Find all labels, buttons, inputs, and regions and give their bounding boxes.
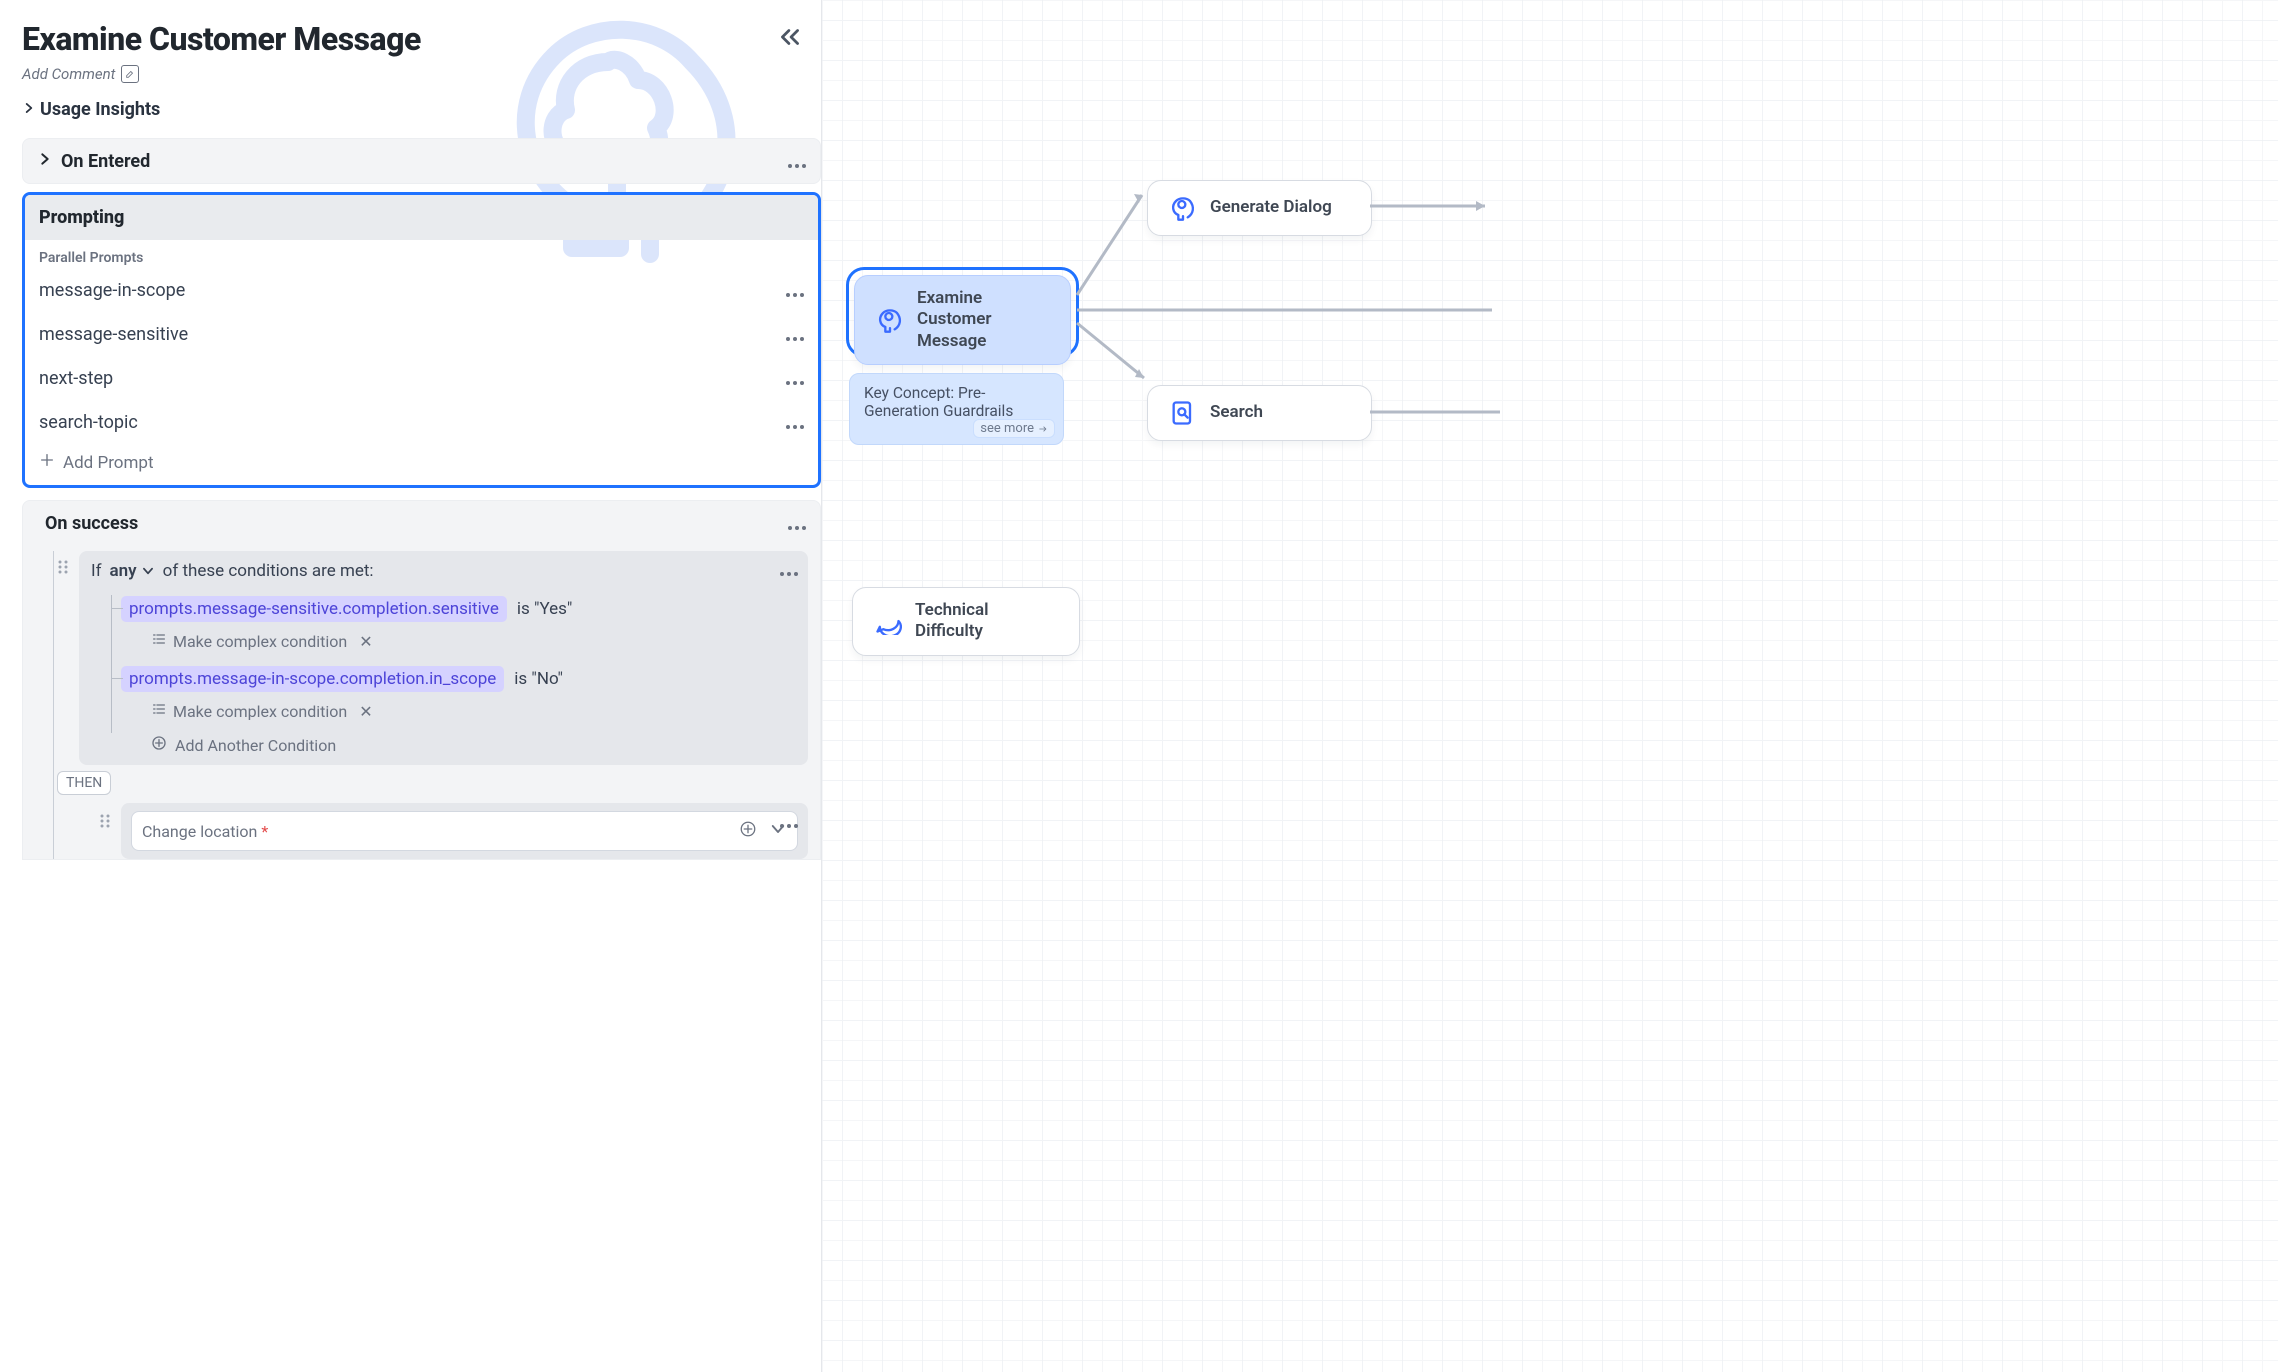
prompt-name: search-topic	[39, 412, 138, 433]
see-more-button[interactable]: see more	[973, 419, 1055, 438]
prompt-name: next-step	[39, 368, 113, 389]
of-these-label: of these conditions are met:	[163, 561, 374, 581]
usage-insights-label: Usage Insights	[40, 99, 160, 120]
condition-value: is "Yes"	[517, 599, 572, 619]
chat-icon	[873, 606, 903, 636]
change-location-field[interactable]: Change location *	[131, 811, 798, 851]
list-icon	[151, 701, 167, 721]
add-comment-label: Add Comment	[22, 65, 115, 83]
more-icon[interactable]	[786, 366, 804, 390]
arrow-right-icon	[1038, 424, 1048, 434]
card-more-icon[interactable]	[780, 557, 798, 581]
change-location-label: Change location	[142, 822, 257, 841]
prompt-name: message-in-scope	[39, 280, 185, 301]
condition-expression[interactable]: prompts.message-sensitive.completion.sen…	[121, 596, 507, 622]
if-condition-card[interactable]: If any of these conditions are met: prom…	[79, 551, 808, 765]
prompt-row[interactable]: message-sensitive	[25, 312, 818, 356]
prompting-section: Prompting Parallel Prompts message-in-sc…	[22, 192, 821, 488]
node-label: Technical Difficulty	[915, 600, 1059, 643]
add-condition-label: Add Another Condition	[175, 736, 336, 755]
brain-icon	[1168, 193, 1198, 223]
see-more-label: see more	[980, 421, 1034, 436]
plus-circle-icon[interactable]	[739, 820, 757, 842]
add-prompt-button[interactable]: Add Prompt	[25, 444, 818, 477]
make-complex-button[interactable]: Make complex condition ✕	[151, 627, 796, 661]
action-more-icon[interactable]	[780, 809, 798, 833]
make-complex-label: Make complex condition	[173, 702, 347, 721]
condition-tree: If any of these conditions are met: prom…	[23, 545, 820, 859]
page-title: Examine Customer Message	[22, 20, 821, 58]
on-success-header[interactable]: On success	[23, 501, 820, 545]
plus-icon	[39, 452, 55, 473]
on-entered-more-icon[interactable]	[788, 149, 806, 173]
node-technical-difficulty[interactable]: Technical Difficulty	[852, 587, 1080, 656]
make-complex-button[interactable]: Make complex condition ✕	[151, 697, 796, 731]
more-icon[interactable]	[786, 322, 804, 346]
node-search[interactable]: Search	[1147, 385, 1372, 441]
prompt-name: message-sensitive	[39, 324, 188, 345]
node-examine-customer-message[interactable]: Examine Customer Message	[854, 275, 1071, 365]
on-entered-section[interactable]: On Entered	[22, 138, 821, 184]
required-mark: *	[261, 822, 268, 841]
on-success-section: On success If any	[22, 500, 821, 860]
flow-canvas[interactable]: Examine Customer Message Generate Dialog…	[822, 0, 2278, 1372]
chevron-right-icon	[37, 151, 53, 172]
chevron-right-icon	[22, 99, 36, 120]
action-card[interactable]: Change location *	[121, 803, 808, 859]
on-success-more-icon[interactable]	[788, 511, 806, 535]
if-label: If	[91, 561, 102, 581]
note-text: Key Concept: Pre-Generation Guardrails	[864, 384, 1013, 420]
node-generate-dialog[interactable]: Generate Dialog	[1147, 180, 1372, 236]
more-icon[interactable]	[786, 410, 804, 434]
if-header: If any of these conditions are met:	[91, 561, 796, 581]
remove-condition-icon[interactable]: ✕	[359, 632, 372, 651]
usage-insights-toggle[interactable]: Usage Insights	[22, 99, 821, 120]
list-icon	[151, 631, 167, 651]
chevron-down-icon	[141, 564, 155, 578]
node-label: Generate Dialog	[1210, 197, 1332, 218]
prompt-row[interactable]: message-in-scope	[25, 268, 818, 312]
remove-condition-icon[interactable]: ✕	[359, 702, 372, 721]
condition-row[interactable]: prompts.message-in-scope.completion.in_s…	[121, 661, 796, 697]
details-panel: Examine Customer Message Add Comment Usa…	[0, 0, 822, 1372]
node-label: Search	[1210, 402, 1263, 423]
drag-handle-icon[interactable]	[57, 559, 69, 578]
add-prompt-label: Add Prompt	[63, 453, 154, 473]
node-label: Examine Customer Message	[917, 288, 1050, 352]
brain-icon	[875, 305, 905, 335]
parallel-prompts-label: Parallel Prompts	[25, 240, 818, 268]
drag-handle-icon[interactable]	[99, 813, 111, 832]
on-entered-label: On Entered	[61, 151, 150, 172]
search-doc-icon	[1168, 398, 1198, 428]
edit-note-icon	[121, 65, 139, 83]
note-key-concept[interactable]: Key Concept: Pre-Generation Guardrails s…	[849, 373, 1064, 445]
then-chip: THEN	[57, 771, 111, 795]
more-icon[interactable]	[786, 278, 804, 302]
plus-circle-icon	[151, 735, 167, 755]
prompt-row[interactable]: search-topic	[25, 400, 818, 444]
condition-value: is "No"	[514, 669, 563, 689]
make-complex-label: Make complex condition	[173, 632, 347, 651]
any-dropdown[interactable]: any	[110, 561, 155, 581]
condition-expression[interactable]: prompts.message-in-scope.completion.in_s…	[121, 666, 504, 692]
on-success-label: On success	[45, 513, 138, 534]
collapse-panel-icon[interactable]	[777, 24, 803, 54]
any-label: any	[110, 561, 137, 581]
condition-row[interactable]: prompts.message-sensitive.completion.sen…	[121, 591, 796, 627]
add-condition-button[interactable]: Add Another Condition	[151, 731, 796, 759]
prompt-row[interactable]: next-step	[25, 356, 818, 400]
add-comment-button[interactable]: Add Comment	[22, 65, 139, 83]
prompting-header: Prompting	[25, 195, 818, 240]
